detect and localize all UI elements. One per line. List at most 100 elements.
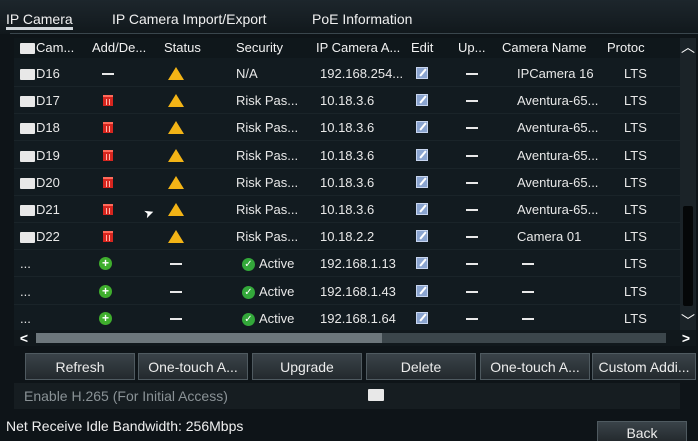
security-cell: Risk Pas... [236, 174, 299, 190]
camera-cell: D22 [20, 223, 90, 250]
scroll-up-icon[interactable]: ︿ [680, 38, 696, 56]
dash-icon [102, 73, 114, 75]
vertical-scrollbar[interactable]: ︿ ﹀ [680, 38, 696, 330]
header-ip-address[interactable]: IP Camera A... [316, 38, 406, 58]
dash-icon [466, 100, 478, 103]
warning-icon [168, 230, 184, 244]
vertical-scroll-thumb[interactable] [683, 206, 693, 306]
table-row[interactable]: ... + ✓ Active 192.168.1.64 LTS [14, 305, 680, 330]
row-checkbox[interactable] [20, 205, 35, 217]
dash-icon [522, 290, 534, 293]
active-check-icon: ✓ [242, 258, 255, 272]
header-camera[interactable]: Cam... [20, 38, 92, 58]
protocol-cell: LTS [624, 256, 647, 272]
tab-poe-information[interactable]: PoE Information [312, 8, 412, 30]
camera-name-cell: Aventura-65... [517, 93, 599, 109]
ip-address-cell: 192.168.1.64 [320, 310, 396, 326]
scroll-right-icon[interactable]: > [678, 330, 694, 346]
delete-icon[interactable] [103, 231, 113, 243]
horizontal-scroll-thumb[interactable] [36, 333, 382, 343]
edit-icon[interactable] [416, 203, 428, 215]
one-touch-adding-button[interactable]: One-touch A... [480, 353, 590, 380]
security-cell: ✓ Active [242, 250, 322, 277]
select-all-checkbox[interactable] [20, 43, 35, 55]
header-status[interactable]: Status [164, 38, 224, 58]
add-icon[interactable]: + [99, 311, 112, 325]
active-check-icon: ✓ [242, 285, 255, 299]
header-protocol[interactable]: Protoc [607, 38, 667, 58]
row-checkbox[interactable] [20, 150, 35, 162]
header-edit[interactable]: Edit [411, 38, 451, 58]
scroll-down-icon[interactable]: ﹀ [680, 312, 696, 330]
security-cell: Risk Pas... [236, 229, 299, 245]
row-checkbox[interactable] [20, 177, 35, 189]
table-row[interactable]: D20 Risk Pas... 10.18.3.6 Aventura-65... LTS [14, 169, 680, 196]
edit-icon[interactable] [416, 121, 428, 134]
enable-h265-checkbox[interactable] [368, 389, 384, 401]
table-row[interactable]: ... + ✓ Active 192.168.1.13 LTS [14, 250, 680, 278]
table-header: Cam... Add/De... Status Security IP Came… [14, 38, 680, 58]
upgrade-button[interactable]: Upgrade [252, 353, 362, 380]
protocol-cell: LTS [624, 120, 647, 136]
header-camera-name[interactable]: Camera Name [502, 38, 602, 58]
dash-icon [170, 263, 182, 266]
row-checkbox[interactable] [20, 123, 35, 135]
row-checkbox[interactable] [20, 232, 35, 244]
header-security[interactable]: Security [236, 38, 306, 58]
delete-icon[interactable] [103, 176, 113, 188]
camera-cell: ... [20, 256, 31, 272]
ip-address-cell: 10.18.3.6 [320, 174, 375, 190]
delete-icon[interactable] [103, 122, 113, 134]
edit-icon[interactable] [416, 230, 428, 243]
back-button[interactable]: Back [597, 421, 687, 441]
camera-name-cell: Aventura-65... [517, 120, 599, 136]
edit-icon[interactable] [416, 257, 428, 270]
table-row[interactable]: D16 N/A 192.168.254... IPCamera 16 LTS [14, 60, 680, 87]
table-row[interactable]: ... + ✓ Active 192.168.1.43 LTS [14, 278, 680, 305]
scroll-left-icon[interactable]: < [16, 330, 32, 346]
refresh-button[interactable]: Refresh [25, 353, 135, 380]
edit-icon[interactable] [416, 67, 428, 79]
edit-icon[interactable] [416, 148, 428, 161]
security-cell: Risk Pas... [236, 147, 299, 163]
header-add-delete[interactable]: Add/De... [92, 38, 162, 58]
one-touch-activate-button[interactable]: One-touch A... [138, 353, 248, 380]
dash-icon [466, 209, 478, 211]
camera-cell: D19 [20, 142, 90, 169]
tab-divider [10, 33, 698, 34]
table-row[interactable]: D21 Risk Pas... 10.18.3.6 Aventura-65... LTS [14, 196, 680, 223]
row-checkbox[interactable] [20, 96, 35, 108]
tab-ip-camera-import-export[interactable]: IP Camera Import/Export [112, 8, 267, 30]
edit-icon[interactable] [416, 284, 428, 297]
warning-icon [168, 67, 184, 80]
row-checkbox[interactable] [20, 69, 35, 81]
table-row[interactable]: D22 Risk Pas... 10.18.2.2 Camera 01 LTS [14, 223, 680, 251]
delete-button[interactable]: Delete [366, 353, 476, 380]
add-icon[interactable]: + [99, 284, 112, 298]
edit-icon[interactable] [416, 94, 428, 107]
horizontal-scrollbar[interactable]: < > [14, 330, 696, 346]
edit-icon[interactable] [416, 311, 428, 324]
table-row[interactable]: D17 Risk Pas... 10.18.3.6 Aventura-65... LTS [14, 87, 680, 115]
tab-ip-camera[interactable]: IP Camera [6, 8, 73, 30]
camera-cell: ... [20, 283, 31, 299]
edit-icon[interactable] [416, 175, 428, 188]
dash-icon [466, 127, 478, 130]
security-cell: ✓ Active [242, 305, 322, 330]
table-row[interactable]: D18 Risk Pas... 10.18.3.6 Aventura-65... LTS [14, 114, 680, 142]
add-icon[interactable]: + [99, 257, 112, 271]
protocol-cell: LTS [624, 202, 647, 217]
delete-icon[interactable] [103, 95, 113, 107]
dash-icon [466, 236, 478, 239]
delete-icon[interactable] [103, 204, 113, 215]
security-cell: N/A [236, 66, 258, 81]
header-upgrade[interactable]: Up... [458, 38, 498, 58]
camera-cell: D16 [20, 60, 90, 87]
delete-icon[interactable] [103, 149, 113, 161]
dash-icon [170, 290, 182, 293]
custom-adding-button[interactable]: Custom Addi... [592, 353, 696, 380]
ip-camera-table: Cam... Add/De... Status Security IP Came… [14, 38, 680, 330]
camera-cell: D18 [20, 114, 90, 141]
dash-icon [170, 317, 182, 320]
table-row[interactable]: D19 Risk Pas... 10.18.3.6 Aventura-65... LTS [14, 142, 680, 169]
